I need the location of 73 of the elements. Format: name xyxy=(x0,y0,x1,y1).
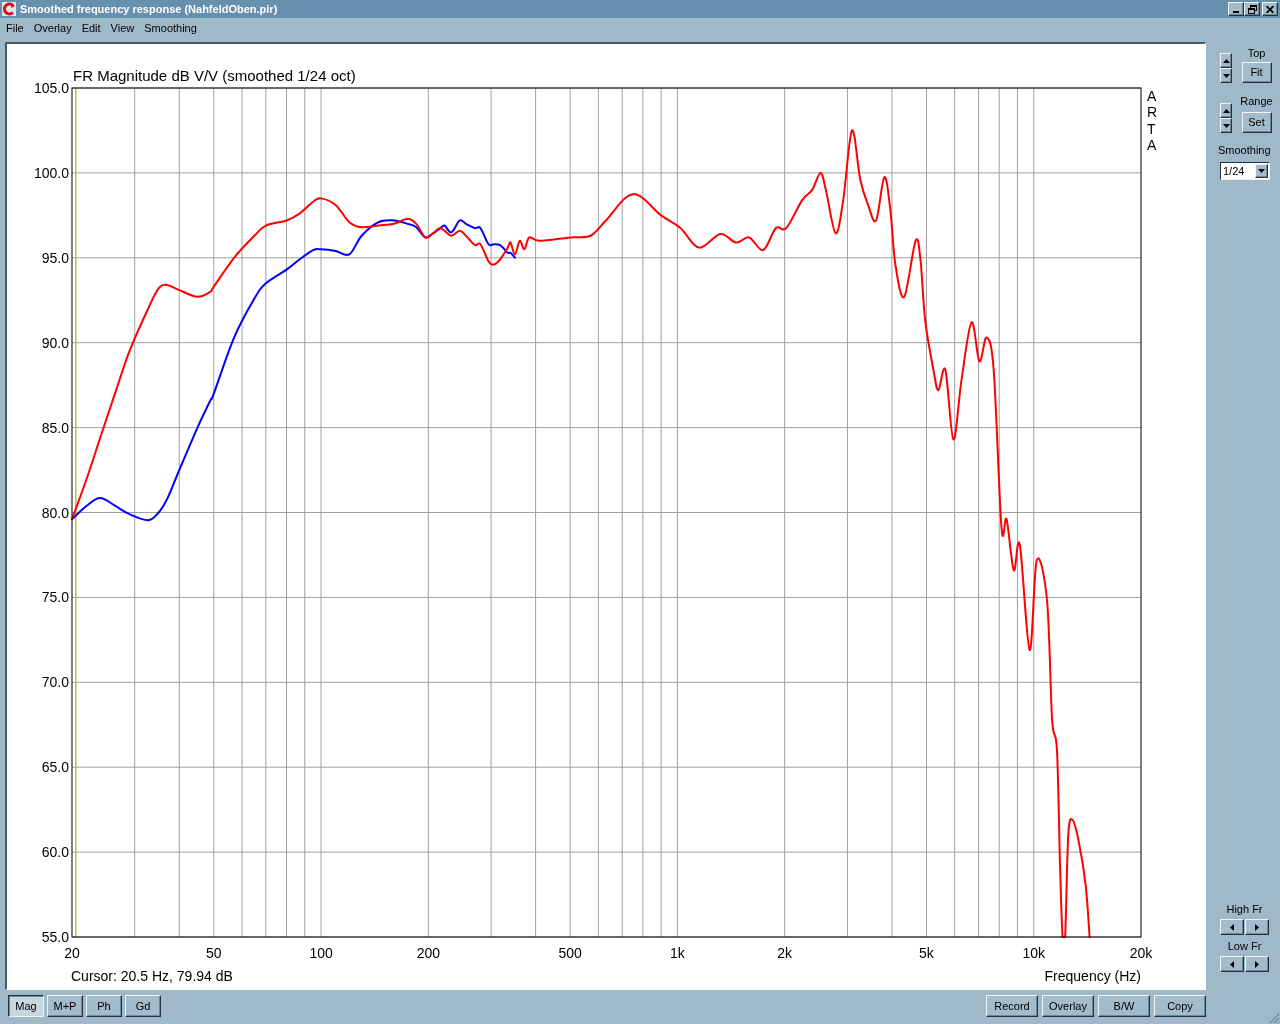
step-right-button[interactable] xyxy=(1245,919,1269,935)
vertical-logo-text: ARTA xyxy=(1147,88,1158,154)
smoothing-dropdown[interactable]: 1/24 xyxy=(1220,162,1270,180)
y-tick-label: 80.0 xyxy=(41,504,69,521)
resize-grip-icon[interactable] xyxy=(1269,1013,1280,1024)
y-tick-label: 65.0 xyxy=(41,759,69,776)
caret-left-icon xyxy=(1230,923,1234,931)
chart-title: FR Magnitude dB V/V (smoothed 1/24 oct) xyxy=(73,67,356,84)
dropdown-button[interactable] xyxy=(1255,164,1268,178)
x-axis-label: Frequency (Hz) xyxy=(1044,968,1141,984)
y-tick-label: 105.0 xyxy=(33,80,69,97)
y-tick-label: 95.0 xyxy=(41,249,69,266)
step-left-button[interactable] xyxy=(1220,956,1244,972)
minimize-button[interactable] xyxy=(1228,2,1244,16)
view-tab[interactable]: Gd xyxy=(125,995,161,1017)
caret-down-icon xyxy=(1258,169,1265,173)
caret-up-icon xyxy=(1222,58,1230,63)
window-title: Smoothed frequency response (NahfeldOben.pir) xyxy=(20,2,278,16)
x-tick-label: 500 xyxy=(558,945,582,961)
x-tick-label: 2k xyxy=(777,945,793,961)
y-tick-label: 70.0 xyxy=(41,674,69,691)
x-tick-label: 5k xyxy=(919,945,934,961)
menu-item[interactable]: Smoothing xyxy=(139,21,202,35)
spin-down-button[interactable] xyxy=(1220,118,1232,133)
x-tick-label: 20k xyxy=(1129,945,1153,961)
y-tick-label: 60.0 xyxy=(41,844,69,861)
spin-action-button[interactable]: Set xyxy=(1241,112,1272,133)
caret-right-icon xyxy=(1255,960,1259,968)
frequency-step-label: High Fr xyxy=(1225,903,1264,915)
caret-right-icon xyxy=(1255,923,1259,931)
restore-icon xyxy=(1247,4,1257,14)
y-tick-label: 90.0 xyxy=(41,334,69,351)
x-tick-label: 10k xyxy=(1022,945,1045,961)
y-tick-label: 100.0 xyxy=(33,164,69,181)
spin-label: Top xyxy=(1247,47,1266,59)
view-tab[interactable]: Mag xyxy=(8,995,44,1017)
close-icon xyxy=(1266,5,1274,13)
menu-item[interactable]: File xyxy=(1,21,29,35)
x-tick-label: 200 xyxy=(416,945,440,961)
action-button[interactable]: Overlay xyxy=(1042,995,1094,1017)
menu-item[interactable]: Edit xyxy=(76,21,106,35)
spin-label: Range xyxy=(1240,95,1273,107)
y-tick-label: 75.0 xyxy=(41,589,69,606)
x-tick-label: 100 xyxy=(309,945,333,961)
smoothing-label: Smoothing xyxy=(1218,144,1272,156)
caret-left-icon xyxy=(1230,960,1234,968)
view-tab[interactable]: Ph xyxy=(86,995,122,1017)
minimize-icon xyxy=(1233,11,1239,13)
action-button[interactable]: Record xyxy=(986,995,1038,1017)
step-right-button[interactable] xyxy=(1245,956,1269,972)
action-button[interactable]: B/W xyxy=(1098,995,1150,1017)
spin-action-button[interactable]: Fit xyxy=(1241,62,1272,83)
x-tick-label: 1k xyxy=(670,945,685,961)
app-icon xyxy=(2,2,16,16)
caret-down-icon xyxy=(1222,123,1230,128)
action-button[interactable]: Copy xyxy=(1154,995,1206,1017)
caret-down-icon xyxy=(1222,73,1230,78)
menu-item[interactable]: Overlay xyxy=(28,21,77,35)
spin-up-button[interactable] xyxy=(1220,103,1232,118)
spin-up-button[interactable] xyxy=(1220,53,1232,68)
cursor-readout: Cursor: 20.5 Hz, 79.94 dB xyxy=(71,968,233,984)
view-tab[interactable]: M+P xyxy=(47,995,83,1017)
step-left-button[interactable] xyxy=(1220,919,1244,935)
caret-up-icon xyxy=(1222,108,1230,113)
close-button[interactable] xyxy=(1262,2,1278,16)
menu-item[interactable]: View xyxy=(105,21,140,35)
frequency-step-label: Low Fr xyxy=(1226,940,1263,952)
spin-down-button[interactable] xyxy=(1220,68,1232,83)
x-tick-label: 20 xyxy=(64,945,80,961)
restore-button[interactable] xyxy=(1244,2,1260,16)
x-tick-label: 50 xyxy=(206,945,222,961)
y-tick-label: 55.0 xyxy=(41,929,69,946)
y-tick-label: 85.0 xyxy=(41,419,69,436)
